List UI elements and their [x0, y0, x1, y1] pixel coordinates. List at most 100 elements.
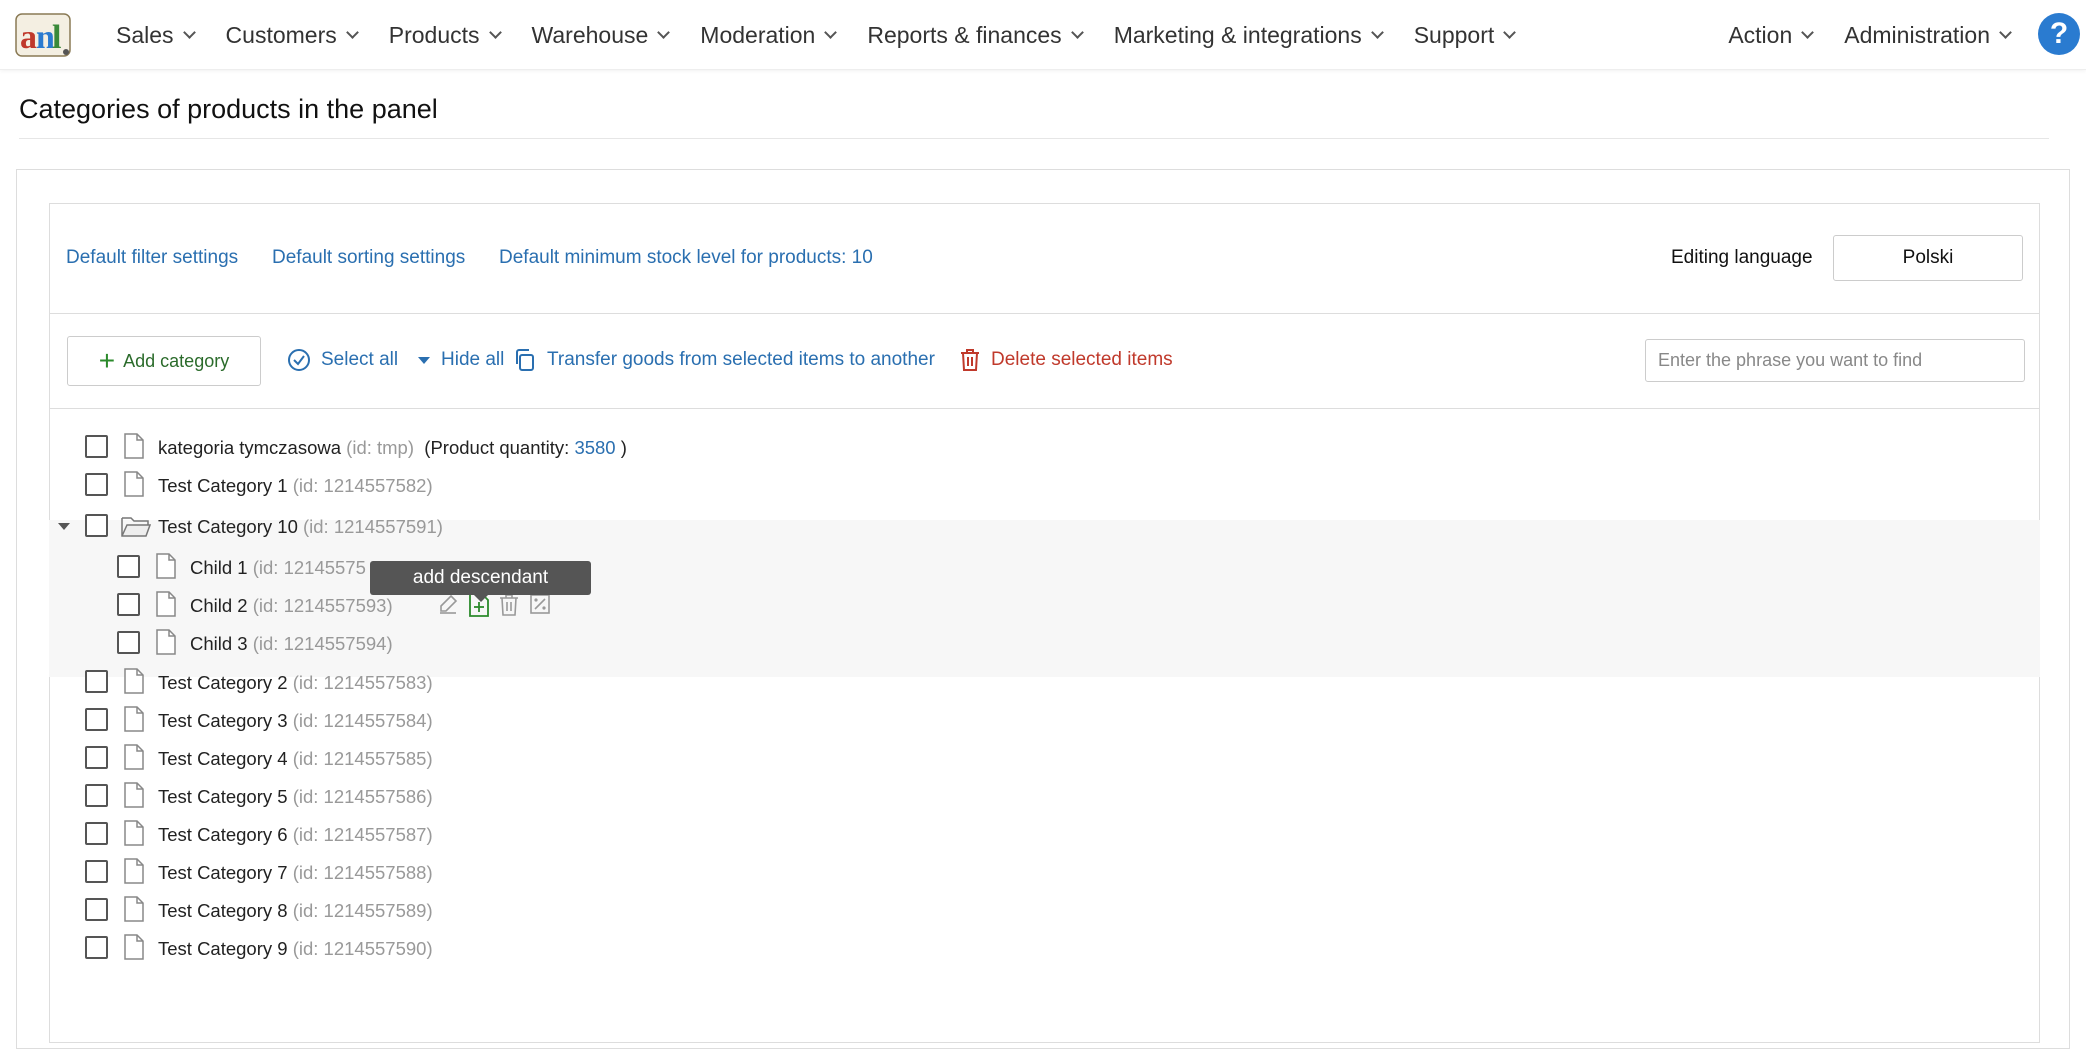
- nav-administration[interactable]: Administration: [1828, 22, 2026, 49]
- row-checkbox[interactable]: [117, 555, 140, 578]
- nav-sales[interactable]: Sales: [100, 22, 210, 49]
- tree-row[interactable]: kategoria tymczasowa (id: tmp) (Product …: [49, 428, 2040, 466]
- category-label[interactable]: Test Category 1 (id: 1214557582): [158, 475, 433, 497]
- select-all-button[interactable]: Select all: [287, 348, 398, 372]
- category-id: (id: 1214557588): [292, 862, 433, 883]
- add-category-button[interactable]: + Add category: [67, 336, 261, 386]
- row-checkbox[interactable]: [117, 631, 140, 654]
- row-checkbox[interactable]: [85, 898, 108, 921]
- tree-row[interactable]: Test Category 2 (id: 1214557583): [49, 663, 2040, 701]
- tree-row[interactable]: Test Category 9 (id: 1214557590): [49, 929, 2040, 967]
- default-filter-settings-link[interactable]: Default filter settings: [66, 247, 238, 269]
- row-checkbox[interactable]: [117, 593, 140, 616]
- trash-icon[interactable]: [499, 593, 519, 617]
- collapse-caret-icon[interactable]: [58, 523, 70, 530]
- edit-icon[interactable]: [437, 593, 459, 617]
- category-name: Test Category 10: [158, 516, 298, 537]
- nav-label: Sales: [116, 21, 174, 48]
- app-logo[interactable]: a n l: [14, 10, 74, 60]
- row-checkbox[interactable]: [85, 708, 108, 731]
- tree-row[interactable]: Child 1 (id: 12145575: [49, 548, 2040, 586]
- category-label[interactable]: Child 2 (id: 1214557593): [190, 595, 393, 617]
- row-checkbox[interactable]: [85, 860, 108, 883]
- nav-reports-finances[interactable]: Reports & finances: [851, 22, 1097, 49]
- folder-open-icon: [121, 514, 152, 543]
- nav-marketing-integrations[interactable]: Marketing & integrations: [1098, 22, 1398, 49]
- nav-moderation[interactable]: Moderation: [684, 22, 851, 49]
- product-quantity-end: ): [615, 437, 627, 458]
- category-search-input[interactable]: [1645, 339, 2025, 382]
- category-label[interactable]: Test Category 10 (id: 1214557591): [158, 516, 443, 538]
- tree-row[interactable]: Test Category 8 (id: 1214557589): [49, 891, 2040, 929]
- chevron-down-icon: [1999, 25, 2012, 39]
- caret-down-icon: [418, 357, 430, 364]
- add-category-label: Add category: [123, 350, 230, 371]
- category-label[interactable]: Test Category 7 (id: 1214557588): [158, 862, 433, 884]
- transfer-goods-button[interactable]: Transfer goods from selected items to an…: [513, 348, 935, 372]
- category-id: (id: 1214557590): [292, 938, 433, 959]
- nav-customers[interactable]: Customers: [210, 22, 373, 49]
- product-quantity-value[interactable]: 3580: [574, 437, 615, 458]
- default-min-stock-link[interactable]: Default minimum stock level for products…: [499, 247, 873, 269]
- help-icon[interactable]: ?: [2038, 13, 2080, 55]
- discount-icon[interactable]: [529, 593, 551, 617]
- copy-icon: [516, 349, 534, 371]
- check-circle-icon: [288, 349, 310, 371]
- category-label[interactable]: Child 1 (id: 12145575: [190, 557, 366, 579]
- category-name: Child 2: [190, 595, 248, 616]
- row-checkbox[interactable]: [85, 784, 108, 807]
- row-checkbox[interactable]: [85, 746, 108, 769]
- category-label[interactable]: Test Category 4 (id: 1214557585): [158, 748, 433, 770]
- settings-bar: Default filter settings Default sorting …: [49, 203, 2040, 314]
- row-checkbox[interactable]: [85, 435, 108, 458]
- row-checkbox[interactable]: [85, 514, 108, 537]
- category-label[interactable]: Test Category 5 (id: 1214557586): [158, 786, 433, 808]
- tree-row[interactable]: Test Category 10 (id: 1214557591): [49, 507, 2040, 545]
- tree-row[interactable]: Child 2 (id: 1214557593): [49, 586, 2040, 624]
- tree-row[interactable]: Child 3 (id: 1214557594): [49, 624, 2040, 662]
- category-id: (id: 1214557584): [292, 710, 433, 731]
- category-label[interactable]: Test Category 8 (id: 1214557589): [158, 900, 433, 922]
- nav-label: Support: [1413, 21, 1495, 48]
- nav-action[interactable]: Action: [1712, 22, 1828, 49]
- chevron-down-icon: [824, 25, 838, 39]
- category-name: Child 1: [190, 557, 248, 578]
- category-label[interactable]: kategoria tymczasowa (id: tmp) (Product …: [158, 437, 627, 459]
- svg-text:l: l: [52, 19, 61, 56]
- row-checkbox[interactable]: [85, 473, 108, 496]
- category-label[interactable]: Test Category 9 (id: 1214557590): [158, 938, 433, 960]
- delete-selected-button[interactable]: Delete selected items: [959, 348, 1173, 372]
- nav-products[interactable]: Products: [373, 22, 516, 49]
- category-label[interactable]: Child 3 (id: 1214557594): [190, 633, 393, 655]
- category-id: (id: 1214557583): [292, 672, 433, 693]
- tree-row[interactable]: Test Category 3 (id: 1214557584): [49, 701, 2040, 739]
- row-checkbox[interactable]: [85, 670, 108, 693]
- nav-warehouse[interactable]: Warehouse: [516, 22, 685, 49]
- category-id: (id: tmp): [346, 437, 415, 458]
- file-icon: [124, 668, 144, 699]
- tree-row[interactable]: Test Category 7 (id: 1214557588): [49, 853, 2040, 891]
- editing-language-select[interactable]: Polski: [1833, 235, 2023, 281]
- tree-row[interactable]: Test Category 4 (id: 1214557585): [49, 739, 2040, 777]
- tree-row[interactable]: Test Category 5 (id: 1214557586): [49, 777, 2040, 815]
- category-label[interactable]: Test Category 6 (id: 1214557587): [158, 824, 433, 846]
- category-id: (id: 1214557589): [292, 900, 433, 921]
- row-checkbox[interactable]: [85, 822, 108, 845]
- category-id: (id: 1214557591): [303, 516, 443, 537]
- nav-support[interactable]: Support: [1398, 22, 1531, 49]
- page-title: Categories of products in the panel: [19, 94, 438, 124]
- category-label[interactable]: Test Category 2 (id: 1214557583): [158, 672, 433, 694]
- category-name: Test Category 1: [158, 475, 288, 496]
- tree-row[interactable]: Test Category 1 (id: 1214557582): [49, 466, 2040, 504]
- category-label[interactable]: Test Category 3 (id: 1214557584): [158, 710, 433, 732]
- top-nav: a n l Sales Customers Products Warehouse…: [0, 0, 2086, 70]
- default-sorting-settings-link[interactable]: Default sorting settings: [272, 247, 465, 269]
- category-id: (id: 12145575: [252, 557, 366, 578]
- file-icon: [124, 433, 144, 464]
- svg-text:a: a: [20, 19, 37, 56]
- row-checkbox[interactable]: [85, 936, 108, 959]
- hide-all-button[interactable]: Hide all: [417, 348, 504, 372]
- editing-language-label: Editing language: [1671, 247, 1813, 268]
- tree-row[interactable]: Test Category 6 (id: 1214557587): [49, 815, 2040, 853]
- category-name: Test Category 8: [158, 900, 288, 921]
